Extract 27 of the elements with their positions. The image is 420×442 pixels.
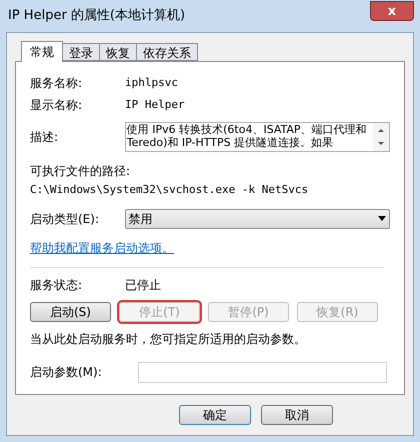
status-value: 已停止 xyxy=(125,276,161,294)
window-title: IP Helper 的属性(本地计算机) xyxy=(8,7,186,26)
help-link[interactable]: 帮助我配置服务启动选项。 xyxy=(30,238,174,256)
field-label: 启动类型(E): xyxy=(30,210,100,228)
dropdown-arrow-icon xyxy=(378,216,386,221)
tab[interactable]: 恢复 xyxy=(100,43,137,61)
startup-type-dropdown[interactable]: 禁用 xyxy=(124,208,390,228)
field-label: 描述: xyxy=(30,129,60,146)
tab[interactable]: 登录 xyxy=(63,43,100,61)
scrollbar-icon[interactable] xyxy=(373,123,389,151)
dialog-button[interactable]: 确定 xyxy=(179,405,251,425)
tab[interactable]: 常规 xyxy=(21,41,63,62)
field-label: 服务名称: xyxy=(30,75,84,92)
field-value: IP Helper xyxy=(125,96,185,113)
field-label: 服务状态: xyxy=(30,276,84,294)
hint-text: 当从此处启动服务时，您可指定所适用的启动参数。 xyxy=(30,330,307,348)
service-control-button[interactable]: 启动(S) xyxy=(30,302,111,322)
path-value: C:\Windows\System32\svchost.exe -k NetSvcs xyxy=(30,182,310,198)
close-button[interactable]: x xyxy=(370,1,414,21)
path-label: 可执行文件的路径: xyxy=(30,163,132,180)
dialog-button[interactable]: 取消 xyxy=(261,405,333,425)
field-value: iphlpsvc xyxy=(125,74,178,91)
tab[interactable]: 依存关系 xyxy=(137,43,198,61)
field-label: 启动参数(M): xyxy=(30,364,103,381)
start-params-field[interactable] xyxy=(138,362,387,382)
description-box[interactable]: 使用 IPv6 转换技术(6to4、ISATAP、端口代理和 Teredo)和 IP-HTTPS 提供隧道连接。如果 xyxy=(124,122,390,152)
field-label: 显示名称: xyxy=(30,97,84,114)
